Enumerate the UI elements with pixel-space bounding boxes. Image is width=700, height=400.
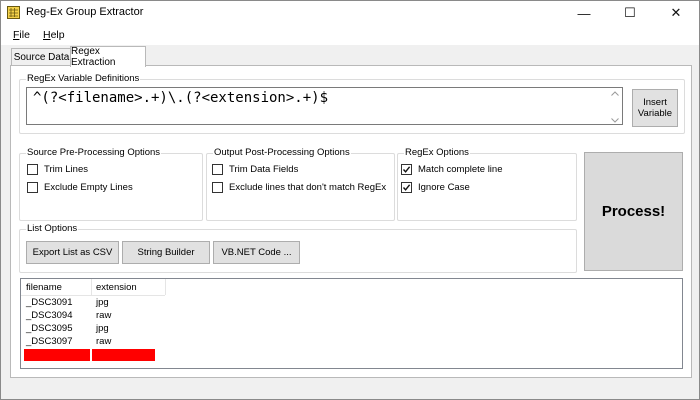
menu-bar: File Help: [1, 25, 699, 45]
match-complete-line-box[interactable]: [401, 164, 412, 175]
exclude-empty-lines-box[interactable]: [27, 182, 38, 193]
cell-filename: _DSC3094: [26, 310, 73, 321]
menu-file-rest: ile: [19, 29, 30, 41]
string-builder-button[interactable]: String Builder: [122, 241, 210, 264]
source-preprocessing-group: Source Pre-Processing Options Trim Lines…: [19, 147, 203, 221]
cell-extension: raw: [96, 336, 112, 347]
tab-source-data-label: Source Data: [13, 51, 70, 63]
app-grid-icon: [7, 6, 20, 19]
menu-file[interactable]: File: [13, 29, 30, 41]
ignore-case-box[interactable]: [401, 182, 412, 193]
check-icon: [402, 184, 411, 191]
menu-help-accel: H: [43, 29, 51, 41]
chevron-down-icon[interactable]: [611, 116, 619, 125]
trim-data-fields-checkbox[interactable]: Trim Data Fields: [212, 164, 298, 175]
list-options-group: List Options Export List as CSV String B…: [19, 223, 577, 273]
window-title: Reg-Ex Group Extractor: [26, 6, 144, 18]
insert-variable-button[interactable]: Insert Variable: [632, 89, 678, 127]
regex-options-title: RegEx Options: [404, 147, 470, 159]
export-csv-button[interactable]: Export List as CSV: [26, 241, 119, 264]
column-header-filename[interactable]: filename: [26, 282, 62, 294]
table-row[interactable]: _DSC3095 jpg: [21, 322, 165, 335]
trim-data-fields-label: Trim Data Fields: [229, 164, 299, 175]
close-button[interactable]: ✕: [653, 1, 699, 25]
minimize-button[interactable]: —: [561, 1, 607, 25]
exclude-empty-lines-checkbox[interactable]: Exclude Empty Lines: [27, 182, 133, 193]
highlighted-cell: [24, 349, 90, 361]
column-header-extension[interactable]: extension: [96, 282, 137, 294]
trim-data-fields-box[interactable]: [212, 164, 223, 175]
regex-input-scrollbar[interactable]: [608, 88, 622, 124]
cell-extension: raw: [96, 310, 112, 321]
ignore-case-checkbox[interactable]: Ignore Case: [401, 182, 470, 193]
list-options-title: List Options: [26, 223, 79, 235]
results-listview[interactable]: filename extension _DSC3091 jpg _DSC3094…: [20, 278, 683, 369]
exclude-nonmatching-checkbox[interactable]: Exclude lines that don't match RegEx: [212, 182, 386, 193]
exclude-nonmatching-label: Exclude lines that don't match RegEx: [229, 182, 387, 193]
regex-input[interactable]: ^(?<filename>.+)\.(?<extension>.+)$: [26, 87, 623, 125]
highlighted-cell: [92, 349, 155, 361]
match-complete-line-label: Match complete line: [418, 164, 503, 175]
cell-extension: jpg: [96, 297, 109, 308]
export-csv-label: Export List as CSV: [32, 247, 113, 258]
regex-input-value: ^(?<filename>.+)\.(?<extension>.+)$: [33, 90, 329, 106]
process-button-label: Process!: [601, 203, 666, 220]
output-postprocessing-title: Output Post-Processing Options: [213, 147, 351, 159]
cell-filename: _DSC3097: [26, 336, 73, 347]
trim-lines-box[interactable]: [27, 164, 38, 175]
cell-filename: _DSC3091: [26, 297, 73, 308]
cell-filename: _DSC3095: [26, 323, 73, 334]
check-icon: [402, 166, 411, 173]
regex-options-group: RegEx Options Match complete line Ignore…: [397, 147, 577, 221]
minimize-icon: —: [577, 5, 591, 21]
trim-lines-checkbox[interactable]: Trim Lines: [27, 164, 88, 175]
table-row[interactable]: _DSC3091 jpg: [21, 296, 165, 309]
highlighted-empty-row[interactable]: [21, 349, 165, 362]
vbnet-code-button[interactable]: VB.NET Code ...: [213, 241, 300, 264]
trim-lines-label: Trim Lines: [44, 164, 88, 175]
table-row[interactable]: _DSC3094 raw: [21, 309, 165, 322]
output-postprocessing-group: Output Post-Processing Options Trim Data…: [206, 147, 395, 221]
regex-definitions-group: RegEx Variable Definitions ^(?<filename>…: [19, 73, 685, 134]
chevron-up-icon[interactable]: [611, 89, 619, 98]
source-preprocessing-title: Source Pre-Processing Options: [26, 147, 162, 159]
column-divider[interactable]: [165, 279, 166, 295]
close-icon: ✕: [670, 5, 682, 20]
tab-regex-extraction[interactable]: Regex Extraction: [70, 46, 146, 68]
ignore-case-label: Ignore Case: [418, 182, 470, 193]
regex-definitions-title: RegEx Variable Definitions: [26, 73, 141, 85]
tab-regex-extraction-label: Regex Extraction: [71, 46, 116, 68]
tab-source-data[interactable]: Source Data: [11, 48, 72, 65]
vbnet-code-label: VB.NET Code ...: [221, 247, 292, 258]
menu-help-rest: elp: [50, 29, 65, 41]
maximize-button[interactable]: ☐: [607, 1, 653, 25]
string-builder-label: String Builder: [137, 247, 195, 258]
cell-extension: jpg: [96, 323, 109, 334]
exclude-nonmatching-box[interactable]: [212, 182, 223, 193]
regex-extraction-panel: RegEx Variable Definitions ^(?<filename>…: [10, 65, 692, 378]
menu-help[interactable]: Help: [43, 29, 65, 41]
maximize-icon: ☐: [624, 5, 636, 20]
main-window: Reg-Ex Group Extractor — ☐ ✕ File Help S…: [0, 0, 700, 400]
process-button[interactable]: Process!: [584, 152, 683, 271]
exclude-empty-lines-label: Exclude Empty Lines: [44, 182, 133, 193]
title-bar[interactable]: Reg-Ex Group Extractor — ☐ ✕: [1, 1, 699, 25]
table-row[interactable]: _DSC3097 raw: [21, 335, 165, 348]
insert-variable-label: Insert Variable: [637, 97, 673, 119]
column-divider[interactable]: [91, 279, 92, 295]
match-complete-line-checkbox[interactable]: Match complete line: [401, 164, 502, 175]
